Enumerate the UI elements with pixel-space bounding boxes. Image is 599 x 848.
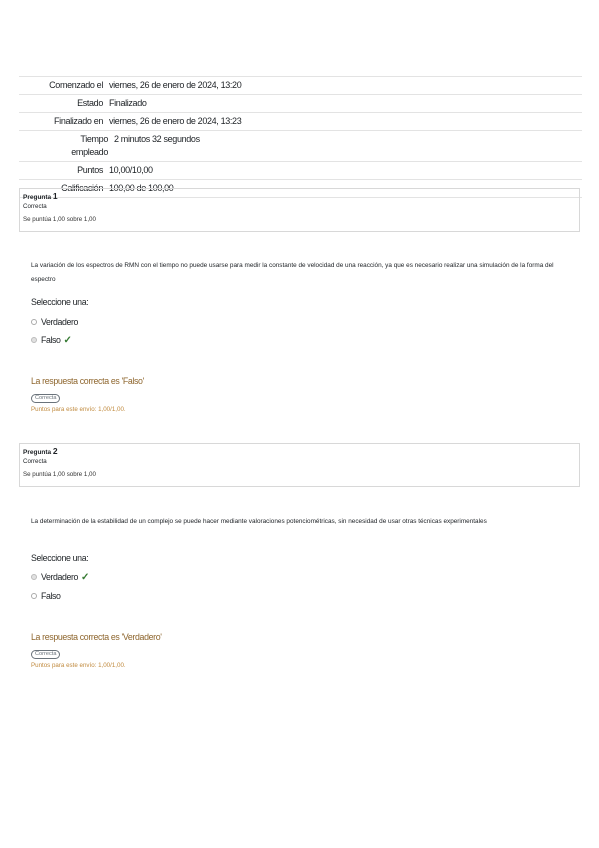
summary-row-state: Estado Finalizado [19, 94, 582, 112]
status-badge: Correcta [31, 650, 61, 659]
option-falso[interactable]: Falso [31, 591, 61, 601]
question-number: 2 [52, 446, 58, 456]
option-falso[interactable]: Falso ✓ [31, 335, 72, 345]
status-badge: Correcta [31, 394, 61, 403]
option-label: Verdadero [41, 572, 78, 582]
option-verdadero[interactable]: Verdadero [31, 317, 78, 327]
summary-row-points: Puntos 10,00/10,00 [19, 161, 582, 179]
question-info-box: Pregunta 1 Correcta Se puntúa 1,00 sobre… [19, 188, 580, 232]
summary-value: Finalizado [109, 98, 147, 108]
radio-icon[interactable] [31, 593, 37, 599]
radio-icon[interactable] [31, 574, 37, 580]
points-text: Puntos para este envío: 1,00/1,00. [31, 662, 126, 669]
check-icon: ✓ [81, 571, 89, 583]
question-text: La variación de los espectros de RMN con… [31, 262, 554, 283]
radio-icon[interactable] [31, 337, 37, 343]
check-icon: ✓ [63, 334, 72, 346]
summary-label: Estado [77, 98, 103, 108]
question-number: 1 [52, 191, 58, 201]
question-mark: Se puntúa 1,00 sobre 1,00 [23, 471, 96, 478]
option-label: Verdadero [41, 317, 78, 327]
summary-row-time: Tiempo empleado 2 minutos 32 segundos [19, 130, 582, 161]
points-text: Puntos para este envío: 1,00/1,00. [31, 406, 126, 413]
question-title: Pregunta [23, 449, 52, 456]
summary-value: viernes, 26 de enero de 2024, 13:20 [109, 80, 242, 90]
summary-value: 2 minutos 32 segundos [114, 134, 200, 144]
question-info-box: Pregunta 2 Correcta Se puntúa 1,00 sobre… [19, 443, 580, 487]
question-text: La determinación de la estabilidad de un… [31, 518, 487, 525]
correct-answer-feedback: La respuesta correcta es 'Falso' [31, 376, 144, 386]
summary-value: viernes, 26 de enero de 2024, 13:23 [109, 116, 242, 126]
radio-icon[interactable] [31, 319, 37, 325]
option-label: Falso [41, 335, 61, 345]
summary-label: Comenzado el [49, 80, 103, 90]
question-state: Correcta [23, 203, 47, 210]
option-label: Falso [41, 591, 61, 601]
summary-label: Finalizado en [54, 116, 103, 126]
answer-prompt: Seleccione una: [31, 297, 89, 307]
summary-label: Puntos [77, 165, 103, 175]
summary-label: Tiempo empleado [71, 134, 108, 157]
summary-row-started: Comenzado el viernes, 26 de enero de 202… [19, 76, 582, 94]
option-verdadero[interactable]: Verdadero ✓ [31, 572, 89, 582]
question-state: Correcta [23, 458, 47, 465]
question-title: Pregunta [23, 194, 52, 201]
attempt-summary-table: Comenzado el viernes, 26 de enero de 202… [19, 76, 582, 198]
summary-row-finished: Finalizado en viernes, 26 de enero de 20… [19, 112, 582, 130]
correct-answer-feedback: La respuesta correcta es 'Verdadero' [31, 632, 162, 642]
answer-prompt: Seleccione una: [31, 553, 89, 563]
summary-value: 10,00/10,00 [109, 165, 153, 175]
question-mark: Se puntúa 1,00 sobre 1,00 [23, 216, 96, 223]
